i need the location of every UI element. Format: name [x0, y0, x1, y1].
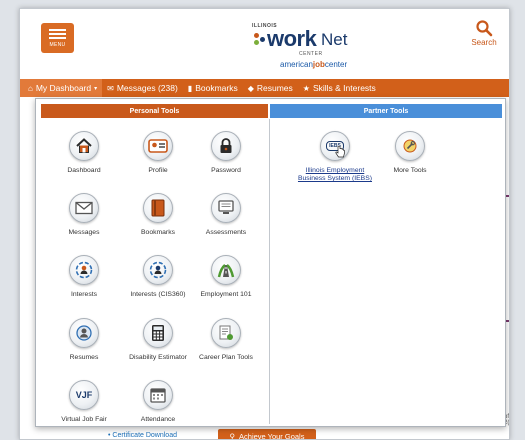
nav-messages[interactable]: ✉ Messages (238) — [102, 79, 183, 97]
tool-profile[interactable]: Profile — [120, 131, 196, 175]
interests-icon — [69, 255, 99, 285]
house-icon — [69, 131, 99, 161]
tool-more-tools[interactable]: More Tools — [372, 131, 448, 175]
more-tools-icon — [395, 131, 425, 161]
calculator-icon — [143, 318, 173, 348]
tool-attendance[interactable]: Attendance — [120, 380, 196, 424]
iebs-icon: IEBS — [320, 131, 350, 161]
star-icon: ★ — [302, 83, 310, 93]
nav-bookmarks[interactable]: ▮ Bookmarks — [183, 79, 243, 97]
site-header: MENU ILLINOIS work Net CENTER americanjo… — [20, 9, 509, 79]
menu-label: MENU — [49, 42, 66, 48]
illinois-worknet-logo[interactable]: ILLINOIS work Net CENTER americanjobcent… — [242, 19, 362, 75]
nav-resumes[interactable]: ◆ Resumes — [243, 79, 298, 97]
main-nav: ⌂ My Dashboard ▾ ✉ Messages (238) ▮ Book… — [20, 79, 509, 97]
interests-cis360-icon — [143, 255, 173, 285]
hand-cursor-icon — [335, 146, 345, 158]
tool-interests-cis360[interactable]: Interests (CIS360) — [120, 255, 196, 299]
tool-messages[interactable]: Messages — [46, 193, 122, 237]
certificate-download-link[interactable]: • Certificate Download — [108, 432, 177, 439]
tool-dashboard[interactable]: Dashboard — [46, 131, 122, 175]
bookmark-icon: ▮ — [187, 83, 193, 93]
menu-button[interactable]: MENU — [41, 23, 74, 53]
nav-skills-interests[interactable]: ★ Skills & Interests — [298, 79, 381, 97]
envelope-icon: ✉ — [107, 83, 114, 93]
tool-resumes[interactable]: Resumes — [46, 318, 122, 362]
tool-virtual-job-fair[interactable]: VJF Virtual Job Fair — [46, 380, 122, 424]
lock-icon — [211, 131, 241, 161]
tool-password[interactable]: Password — [188, 131, 264, 175]
tool-iebs[interactable]: IEBS Illinois Employment Business System… — [292, 131, 378, 183]
nav-my-dashboard[interactable]: ⌂ My Dashboard ▾ — [20, 79, 103, 97]
personal-tools-header: Personal Tools — [41, 104, 268, 118]
dashboard-dropdown: Personal Tools Partner Tools Dashboard P… — [35, 98, 506, 427]
profile-card-icon — [143, 131, 173, 161]
bookmark-icon — [143, 193, 173, 223]
column-divider — [269, 119, 270, 424]
attendance-icon — [143, 380, 173, 410]
home-icon: ⌂ — [28, 83, 33, 93]
tool-assessments[interactable]: Assessments — [188, 193, 264, 237]
envelope-icon — [69, 193, 99, 223]
tool-bookmarks[interactable]: Bookmarks — [120, 193, 196, 237]
tool-disability-estimator[interactable]: Disability Estimator — [120, 318, 196, 362]
location-pin-icon: ⚲ — [229, 431, 236, 440]
tool-interests[interactable]: Interests — [46, 255, 122, 299]
partner-tools-header: Partner Tools — [270, 104, 502, 118]
chevron-down-icon: ▾ — [94, 85, 98, 92]
resume-person-icon — [69, 318, 99, 348]
tool-employment-101[interactable]: Employment 101 — [188, 255, 264, 299]
vjf-icon: VJF — [69, 380, 99, 410]
search-button[interactable]: Search — [464, 19, 504, 59]
browser-frame: MENU ILLINOIS work Net CENTER americanjo… — [19, 8, 510, 440]
road-icon — [211, 255, 241, 285]
monitor-icon — [211, 193, 241, 223]
achieve-goals-button[interactable]: ⚲ Achieve Your Goals — [218, 429, 316, 440]
search-icon — [476, 20, 493, 37]
hamburger-icon — [49, 29, 66, 31]
tool-career-plan-tools[interactable]: Career Plan Tools — [188, 318, 264, 362]
diamond-icon: ◆ — [247, 83, 254, 93]
career-plan-icon — [211, 318, 241, 348]
